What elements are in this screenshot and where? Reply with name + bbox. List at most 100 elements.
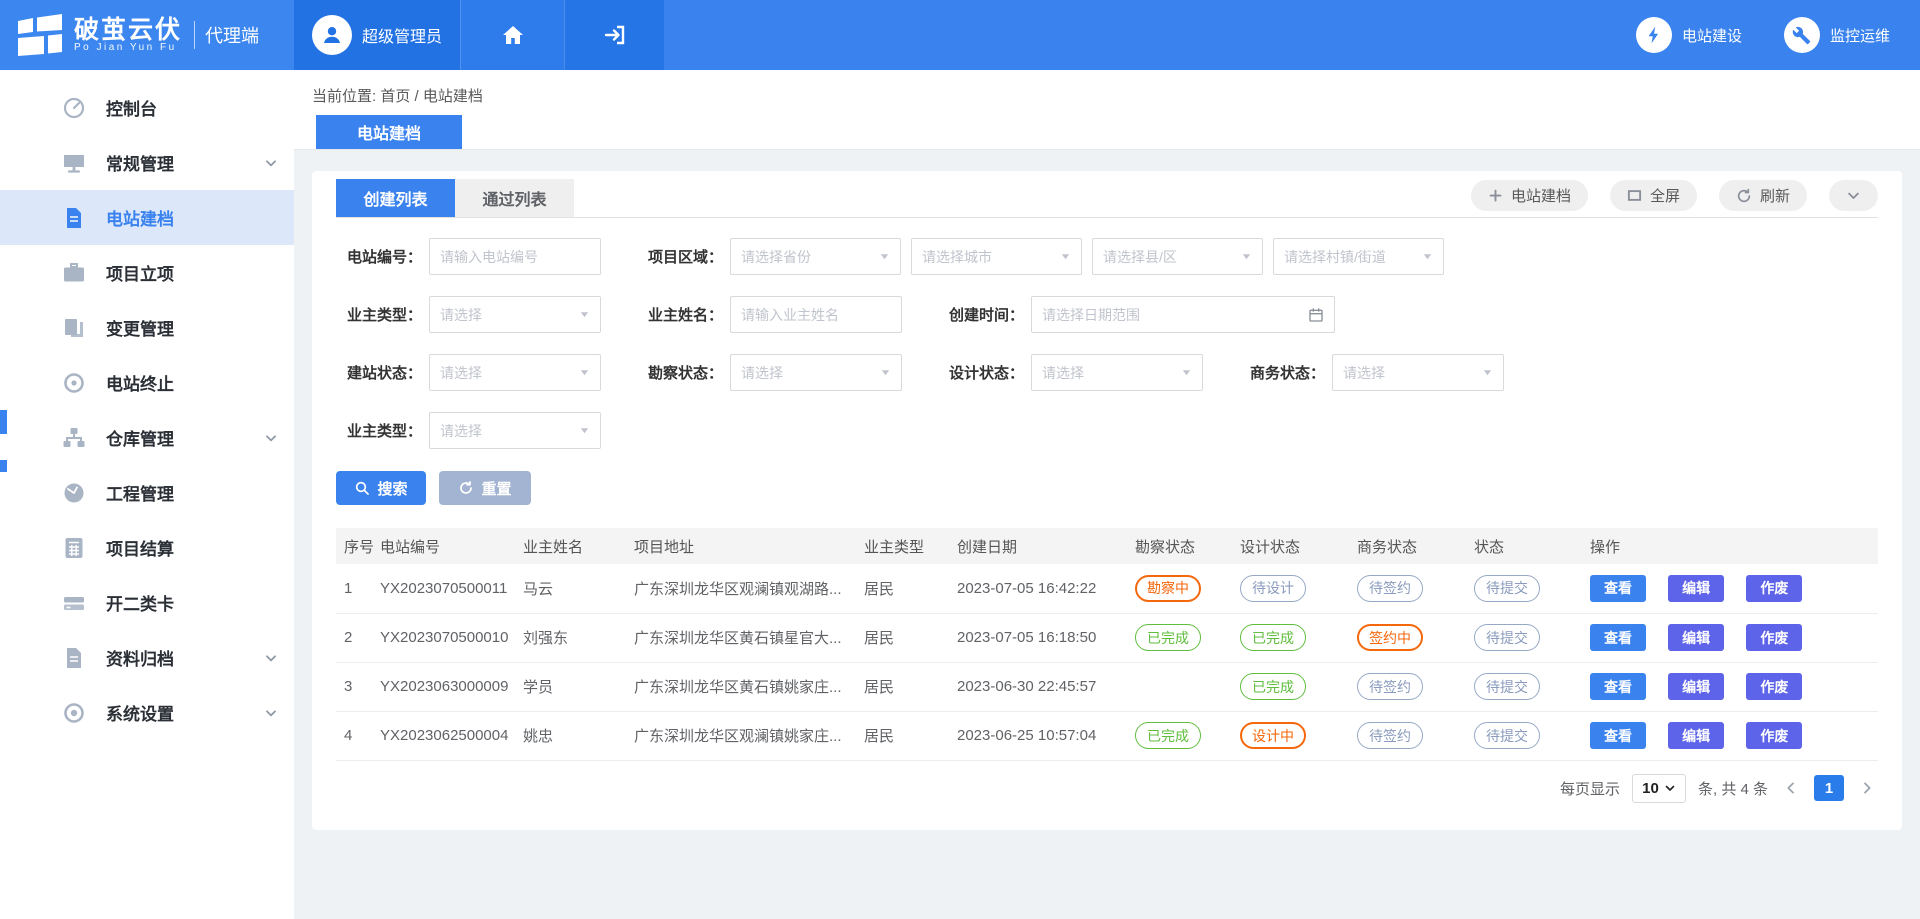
sidebar-item-system-settings[interactable]: 系统设置 xyxy=(0,685,294,740)
plus-icon xyxy=(1488,188,1503,203)
filter-create-time: 创建时间： 请选择日期范围 xyxy=(938,296,1335,333)
caret-down-icon xyxy=(1664,782,1676,794)
home-button[interactable] xyxy=(460,0,564,70)
view-button[interactable]: 查看 xyxy=(1590,673,1646,700)
edit-button[interactable]: 编辑 xyxy=(1668,722,1724,749)
avatar xyxy=(312,15,352,55)
col-date: 创建日期 xyxy=(957,528,1135,564)
sidebar-item-station-terminate[interactable]: 电站终止 xyxy=(0,355,294,410)
region-label: 项目区域： xyxy=(637,246,723,267)
sidebar-item-label: 项目立项 xyxy=(106,260,174,285)
fullscreen-button[interactable]: 全屏 xyxy=(1610,180,1697,211)
sidebar-item-project-initiation[interactable]: 项目立项 xyxy=(0,245,294,300)
province-select[interactable]: 请选择省份 xyxy=(730,238,901,275)
next-page-button[interactable] xyxy=(1856,777,1878,799)
collapse-toolbar-button[interactable] xyxy=(1829,180,1878,211)
cell-index: 2 xyxy=(336,613,380,662)
business-status-label: 商务状态： xyxy=(1239,362,1325,383)
tab-passed-list[interactable]: 通过列表 xyxy=(455,179,574,217)
city-select[interactable]: 请选择城市 xyxy=(911,238,1082,275)
edit-button[interactable]: 编辑 xyxy=(1668,624,1724,651)
void-button[interactable]: 作废 xyxy=(1746,624,1802,651)
calendar-icon xyxy=(1308,307,1324,323)
cell-code: YX2023070500010 xyxy=(380,613,523,662)
void-button[interactable]: 作废 xyxy=(1746,722,1802,749)
cell-code: YX2023062500004 xyxy=(380,711,523,760)
owner-type-select[interactable]: 请选择 xyxy=(429,296,601,333)
cell-actions: 查看 编辑 作废 xyxy=(1590,662,1878,711)
page-tab-station-archive[interactable]: 电站建档 xyxy=(316,115,462,149)
status-badge: 待提交 xyxy=(1474,673,1540,700)
sidebar-item-label: 项目结算 xyxy=(106,535,174,560)
reset-button[interactable]: 重置 xyxy=(439,471,531,505)
brand-portal-label: 代理端 xyxy=(205,22,259,48)
per-page-value: 10 xyxy=(1642,780,1659,797)
tab-create-list[interactable]: 创建列表 xyxy=(336,179,455,217)
refresh-button[interactable]: 刷新 xyxy=(1719,180,1807,211)
caret-down-icon xyxy=(1482,367,1493,378)
breadcrumb-path[interactable]: 首页 / 电站建档 xyxy=(380,88,483,105)
col-index: 序号 xyxy=(336,528,380,564)
cell-index: 3 xyxy=(336,662,380,711)
sidebar-item-class2-card[interactable]: 开二类卡 xyxy=(0,575,294,630)
owner-type2-select[interactable]: 请选择 xyxy=(429,412,601,449)
county-select[interactable]: 请选择县/区 xyxy=(1092,238,1263,275)
filter-owner-name: 业主姓名： xyxy=(637,296,938,333)
filter-business-status: 商务状态： 请选择 xyxy=(1239,354,1540,391)
sidebar-item-label: 电站终止 xyxy=(106,370,174,395)
business-status-select[interactable]: 请选择 xyxy=(1332,354,1504,391)
design-status-label: 设计状态： xyxy=(938,362,1024,383)
void-button[interactable]: 作废 xyxy=(1746,673,1802,700)
sidebar-item-station-archive[interactable]: 电站建档 xyxy=(0,190,294,245)
design-status-select[interactable]: 请选择 xyxy=(1031,354,1203,391)
per-page-select[interactable]: 10 xyxy=(1632,774,1686,803)
edit-button[interactable]: 编辑 xyxy=(1668,673,1724,700)
build-status-select[interactable]: 请选择 xyxy=(429,354,601,391)
view-button[interactable]: 查看 xyxy=(1590,624,1646,651)
page-number-1[interactable]: 1 xyxy=(1814,775,1844,801)
content-panel: 创建列表 通过列表 电站建档 全屏 xyxy=(312,171,1902,830)
owner-type-placeholder: 请选择 xyxy=(440,305,482,325)
sidebar-item-change-mgmt[interactable]: 变更管理 xyxy=(0,300,294,355)
prev-page-button[interactable] xyxy=(1780,777,1802,799)
brand-area: 破茧云伏 Po Jian Yun Fu 代理端 xyxy=(0,0,294,70)
nav-monitor-ops[interactable]: 监控运维 xyxy=(1784,17,1890,53)
create-station-label: 电站建档 xyxy=(1511,185,1571,206)
sidebar-item-data-archive[interactable]: 资料归档 xyxy=(0,630,294,685)
brand-romanized: Po Jian Yun Fu xyxy=(74,43,182,54)
logout-button[interactable] xyxy=(564,0,664,70)
void-button[interactable]: 作废 xyxy=(1746,575,1802,602)
col-owner: 业主姓名 xyxy=(523,528,634,564)
create-station-button[interactable]: 电站建档 xyxy=(1471,180,1588,211)
sidebar-item-warehouse-mgmt[interactable]: 仓库管理 xyxy=(0,410,294,465)
sidebar-item-console[interactable]: 控制台 xyxy=(0,80,294,135)
user-menu[interactable]: 超级管理员 xyxy=(294,0,460,70)
app-window: 破茧云伏 Po Jian Yun Fu 代理端 超级管理员 xyxy=(0,0,1920,919)
view-button[interactable]: 查看 xyxy=(1590,722,1646,749)
col-code: 电站编号 xyxy=(380,528,523,564)
town-select[interactable]: 请选择村镇/街道 xyxy=(1273,238,1444,275)
station-code-input[interactable] xyxy=(429,238,601,275)
business-status-badge: 待签约 xyxy=(1357,722,1423,749)
dashboard-icon xyxy=(62,96,86,120)
table-row: 3 YX2023063000009 学员 广东深圳龙华区黄石镇姚家庄... 居民… xyxy=(336,662,1878,711)
date-range-picker[interactable]: 请选择日期范围 xyxy=(1031,296,1335,333)
cell-actions: 查看 编辑 作废 xyxy=(1590,711,1878,760)
sidebar-item-project-settlement[interactable]: 项目结算 xyxy=(0,520,294,575)
reset-icon xyxy=(458,480,474,496)
date-range-placeholder: 请选择日期范围 xyxy=(1042,305,1140,325)
cell-address: 广东深圳龙华区黄石镇姚家庄... xyxy=(634,662,864,711)
cell-type: 居民 xyxy=(864,613,957,662)
nav-station-build[interactable]: 电站建设 xyxy=(1636,17,1742,53)
sidebar-item-engineering-mgmt[interactable]: 工程管理 xyxy=(0,465,294,520)
chevron-down-icon xyxy=(264,651,278,665)
calculator-icon xyxy=(62,536,86,560)
caret-down-icon xyxy=(880,367,891,378)
survey-status-select[interactable]: 请选择 xyxy=(730,354,902,391)
business-status-placeholder: 请选择 xyxy=(1343,363,1385,383)
sidebar-item-general-mgmt[interactable]: 常规管理 xyxy=(0,135,294,190)
owner-name-input[interactable] xyxy=(730,296,902,333)
view-button[interactable]: 查看 xyxy=(1590,575,1646,602)
search-button[interactable]: 搜索 xyxy=(336,471,426,505)
edit-button[interactable]: 编辑 xyxy=(1668,575,1724,602)
